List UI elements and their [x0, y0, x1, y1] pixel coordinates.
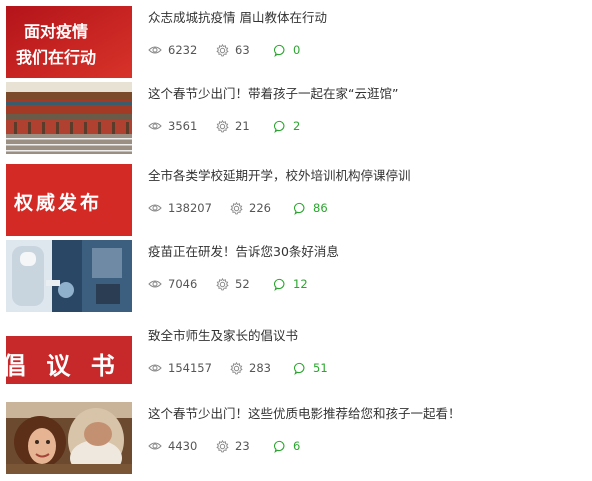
thumbnail-text: 倡 议 书 [6, 352, 121, 380]
article-title[interactable]: 致全市师生及家长的倡议书 [148, 328, 298, 344]
thumbnail-text: 权威发布 [14, 192, 103, 214]
speech-bubble-icon [274, 44, 285, 57]
article-title[interactable]: 这个春节少出门！这些优质电影推荐给您和孩子一起看！ [148, 406, 461, 422]
gear-like-icon [216, 439, 229, 452]
article-title[interactable]: 全市各类学校延期开学，校外培训机构停课停训 [148, 168, 411, 184]
speech-bubble-icon [294, 362, 305, 375]
comment-count[interactable]: 2 [274, 118, 300, 134]
thumbnail-text-line1: 面对疫情 [24, 22, 89, 41]
article-thumbnail[interactable] [6, 240, 132, 312]
gear-like-icon [216, 43, 229, 56]
eye-icon [148, 364, 162, 372]
eye-icon [148, 122, 162, 130]
view-count: 7046 [148, 276, 197, 292]
thumbnail-image [6, 82, 132, 154]
list-item[interactable]: 权威发布 全市各类学校延期开学，校外培训机构停课停训 138207 226 86 [6, 164, 566, 236]
thumbnail-text-line2: 我们在行动 [16, 48, 97, 67]
comment-count[interactable]: 51 [294, 360, 328, 376]
article-thumbnail[interactable]: 倡 议 书 [6, 324, 132, 396]
thumbnail-image [6, 402, 132, 474]
comment-count[interactable]: 0 [274, 42, 300, 58]
speech-bubble-icon [274, 120, 285, 133]
article-title[interactable]: 这个春节少出门！带着孩子一起在家“云逛馆” [148, 86, 398, 102]
article-title[interactable]: 疫苗正在研发！告诉您30条好消息 [148, 244, 339, 260]
list-item[interactable]: 这个春节少出门！这些优质电影推荐给您和孩子一起看！ 4430 23 6 [6, 402, 566, 474]
view-count: 3561 [148, 118, 197, 134]
like-count[interactable]: 226 [230, 200, 271, 216]
article-thumbnail[interactable]: 权威发布 [6, 164, 132, 236]
like-count[interactable]: 23 [216, 438, 250, 454]
thumbnail-image [6, 240, 132, 312]
eye-icon [148, 46, 162, 54]
comment-count[interactable]: 86 [294, 200, 328, 216]
eye-icon [148, 280, 162, 288]
like-count[interactable]: 21 [216, 118, 250, 134]
comment-count[interactable]: 6 [274, 438, 300, 454]
view-count: 6232 [148, 42, 197, 58]
like-count[interactable]: 283 [230, 360, 271, 376]
view-count: 138207 [148, 200, 212, 216]
article-thumbnail[interactable]: 面对疫情 我们在行动 [6, 6, 132, 78]
list-item[interactable]: 面对疫情 我们在行动 众志成城抗疫情 眉山教体在行动 6232 63 0 [6, 6, 566, 78]
article-title[interactable]: 众志成城抗疫情 眉山教体在行动 [148, 10, 327, 26]
article-thumbnail[interactable] [6, 82, 132, 154]
article-list: 面对疫情 我们在行动 众志成城抗疫情 眉山教体在行动 6232 63 0 这个春… [0, 0, 592, 481]
list-item[interactable]: 这个春节少出门！带着孩子一起在家“云逛馆” 3561 21 2 [6, 82, 566, 154]
gear-like-icon [230, 201, 243, 214]
gear-like-icon [230, 361, 243, 374]
gear-like-icon [216, 119, 229, 132]
article-thumbnail[interactable] [6, 402, 132, 474]
speech-bubble-icon [294, 202, 305, 215]
like-count[interactable]: 63 [216, 42, 250, 58]
list-item[interactable]: 疫苗正在研发！告诉您30条好消息 7046 52 12 [6, 240, 566, 312]
comment-count[interactable]: 12 [274, 276, 308, 292]
like-count[interactable]: 52 [216, 276, 250, 292]
view-count: 154157 [148, 360, 212, 376]
eye-icon [148, 442, 162, 450]
list-item[interactable]: 倡 议 书 致全市师生及家长的倡议书 154157 283 51 [6, 324, 566, 396]
speech-bubble-icon [274, 278, 285, 291]
gear-like-icon [216, 277, 229, 290]
view-count: 4430 [148, 438, 197, 454]
speech-bubble-icon [274, 440, 285, 453]
eye-icon [148, 204, 162, 212]
